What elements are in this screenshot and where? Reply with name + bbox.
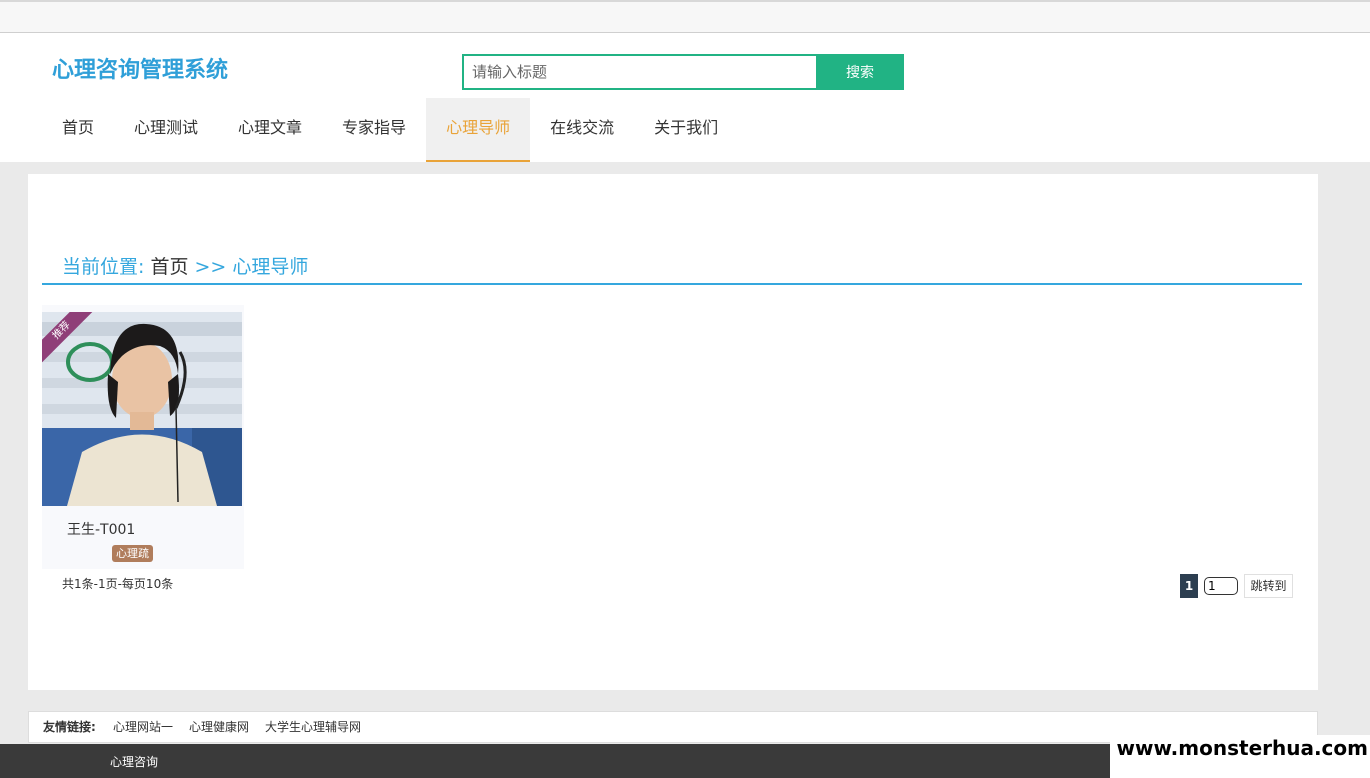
- breadcrumb-current: 心理导师: [232, 256, 309, 278]
- breadcrumb-divider: [42, 283, 1302, 285]
- nav-item-psych-articles[interactable]: 心理文章: [218, 98, 322, 162]
- pagination-summary: 共1条-1页-每页10条: [62, 577, 174, 591]
- teacher-photo[interactable]: 推荐: [42, 312, 242, 506]
- site-footer: 心理咨询: [0, 744, 1110, 778]
- breadcrumb-separator: >>: [194, 256, 227, 278]
- watermark: www.monsterhua.com: [1110, 735, 1370, 778]
- nav-item-expert-guidance[interactable]: 专家指导: [322, 98, 426, 162]
- site-header: 心理咨询管理系统 搜索 首页 心理测试 心理文章 专家指导 心理导师 在线交流 …: [0, 33, 1370, 162]
- main-nav: 首页 心理测试 心理文章 专家指导 心理导师 在线交流 关于我们: [42, 98, 738, 162]
- nav-item-online-chat[interactable]: 在线交流: [530, 98, 634, 162]
- nav-item-psych-test[interactable]: 心理测试: [114, 98, 218, 162]
- nav-item-home[interactable]: 首页: [42, 98, 114, 162]
- teacher-name[interactable]: 王生-T001: [67, 519, 135, 539]
- site-logo[interactable]: 心理咨询管理系统: [52, 52, 228, 84]
- friendly-link-3[interactable]: 大学生心理辅导网: [265, 712, 361, 742]
- pagination-page-input[interactable]: [1204, 577, 1238, 595]
- footer-text: 心理咨询: [110, 755, 159, 769]
- teacher-card[interactable]: 推荐 王生-T001 心理疏: [42, 305, 244, 569]
- recommend-ribbon-label: 推荐: [42, 312, 94, 364]
- recommend-ribbon: 推荐: [42, 312, 94, 364]
- search-input[interactable]: [462, 54, 818, 90]
- nav-item-about-us[interactable]: 关于我们: [634, 98, 738, 162]
- search-button[interactable]: 搜索: [816, 54, 904, 90]
- friendly-link-2[interactable]: 心理健康网: [189, 712, 249, 742]
- browser-top-strip: [0, 0, 1370, 33]
- friendly-links-title: 友情链接:: [43, 720, 96, 734]
- breadcrumb: 当前位置: 首页 >> 心理导师: [62, 252, 308, 279]
- breadcrumb-home-link[interactable]: 首页: [150, 256, 188, 278]
- nav-item-mentors[interactable]: 心理导师: [426, 98, 531, 162]
- teacher-specialty-badge: 心理疏: [112, 545, 153, 562]
- content-panel: 当前位置: 首页 >> 心理导师 推荐 王生-T001 心理疏 共1条-1页-每…: [28, 174, 1318, 690]
- pagination-current-page[interactable]: 1: [1180, 574, 1198, 598]
- pagination-jump-button[interactable]: 跳转到: [1244, 574, 1293, 598]
- friendly-link-1[interactable]: 心理网站一: [113, 712, 173, 742]
- breadcrumb-label: 当前位置:: [62, 256, 145, 278]
